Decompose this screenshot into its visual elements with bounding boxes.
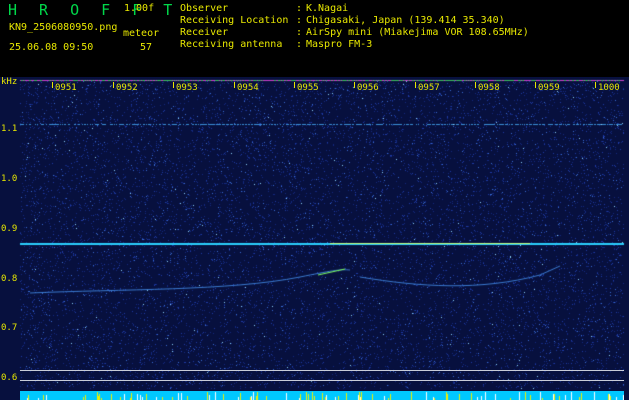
info-separator: : (296, 27, 303, 38)
spectrogram-noise (0, 77, 629, 400)
time-tick (173, 82, 174, 88)
time-label: 0951 (55, 83, 77, 93)
time-label: 0953 (176, 83, 198, 93)
time-label: 0954 (237, 83, 259, 93)
meteor-count: 57 (140, 42, 153, 53)
time-tick (52, 82, 53, 88)
freq-label: 0.6 (1, 373, 18, 383)
time-tick (535, 82, 536, 88)
freq-label: 0.9 (1, 224, 18, 234)
observer-value: K.Nagai (306, 3, 349, 14)
info-separator: : (296, 15, 303, 26)
time-tick (294, 82, 295, 88)
time-label: 0958 (478, 83, 500, 93)
info-separator: : (296, 39, 303, 50)
time-tick (475, 82, 476, 88)
time-tick (234, 82, 235, 88)
meteor-label: meteor (123, 28, 160, 39)
time-label: 0956 (357, 83, 379, 93)
bottom-noise-strip (20, 391, 624, 400)
freq-label: 1.1 (1, 124, 18, 134)
time-label: 0952 (116, 83, 138, 93)
freq-label: 0.7 (1, 323, 18, 333)
file-name: KN9_2506080950.png (9, 22, 118, 33)
time-label: 1000 (598, 83, 620, 93)
info-separator: : (296, 3, 303, 14)
freq-unit-label: kHz (1, 77, 18, 87)
time-label: 0957 (418, 83, 440, 93)
time-tick (113, 82, 114, 88)
date-time: 25.06.08 09:50 (9, 42, 94, 53)
time-label: 0955 (297, 83, 319, 93)
antenna-value: Maspro FM-3 (306, 39, 373, 50)
freq-label: 0.8 (1, 274, 18, 284)
time-tick (415, 82, 416, 88)
location-key: Receiving Location (180, 15, 289, 26)
app-version: 1.00f (124, 3, 155, 14)
freq-label: 1.0 (1, 174, 18, 184)
location-value: Chigasaki, Japan (139.414 35.340) (306, 15, 505, 26)
time-label: 0959 (538, 83, 560, 93)
antenna-key: Receiving antenna (180, 39, 283, 50)
time-tick (595, 82, 596, 88)
observer-key: Observer (180, 3, 229, 14)
spectrogram-plot: kHz 0951 0952 0953 0954 0955 0956 0957 0… (0, 77, 629, 400)
reference-line (20, 380, 624, 381)
time-tick (354, 82, 355, 88)
receiver-value: AirSpy mini (Miakejima VOR 108.65MHz) (306, 27, 529, 38)
receiver-key: Receiver (180, 27, 229, 38)
reference-line (20, 370, 624, 371)
